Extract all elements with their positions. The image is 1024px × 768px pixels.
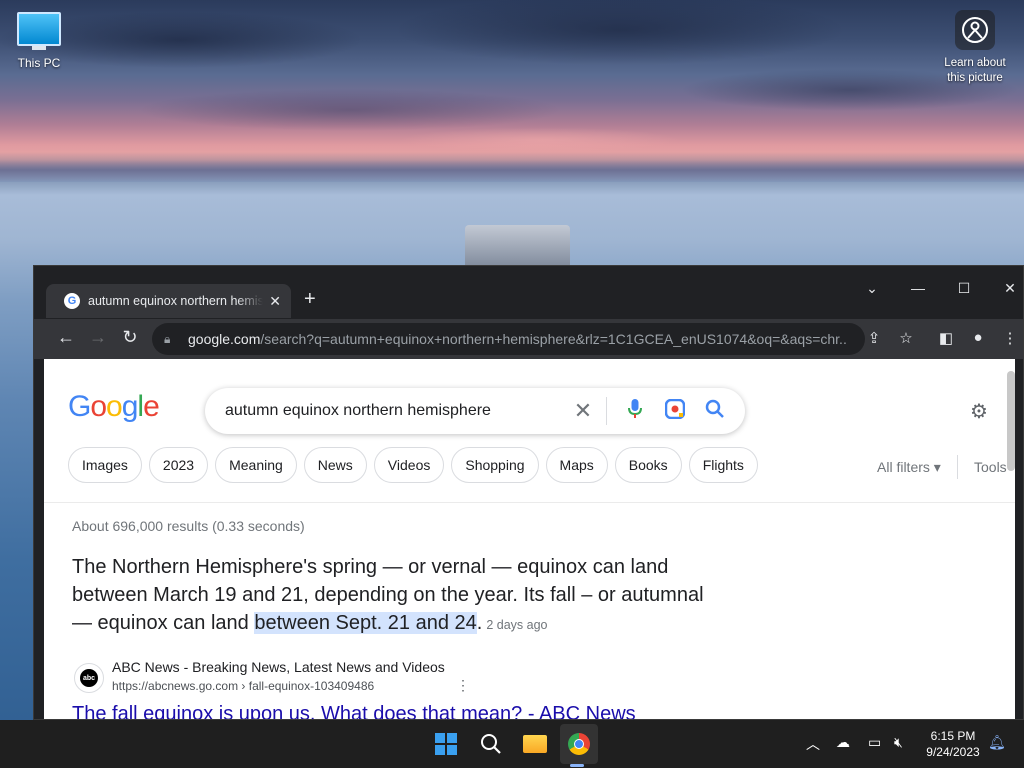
all-filters-label: All filters: [877, 459, 930, 475]
url-path: /search?q=autumn+equinox+northern+hemisp…: [260, 331, 848, 347]
search-divider: [606, 397, 607, 425]
desktop-icon-label: Learn about this picture: [944, 57, 1006, 84]
search-input[interactable]: autumn equinox northern hemisphere: [225, 402, 568, 420]
menu-kebab-icon[interactable]: ⋮: [1000, 329, 1020, 347]
file-explorer-button[interactable]: [519, 728, 551, 760]
monitor-stand: [32, 46, 46, 50]
taskbar: ︿ ☁ ▭ 🔇︎ 6:15 PM 9/24/2023 🔔︎: [0, 720, 1024, 768]
all-filters-button[interactable]: All filters ▾: [877, 459, 941, 476]
header-divider: [44, 502, 1015, 503]
filter-chips: Images 2023 Meaning News Videos Shopping…: [68, 447, 758, 483]
folder-icon: [523, 735, 547, 753]
tab-search-chevron-icon[interactable]: ⌄: [860, 280, 884, 297]
tab-title: autumn equinox northern hemisphere - Goo…: [88, 294, 264, 308]
search-icon[interactable]: [695, 399, 735, 424]
chip-shopping[interactable]: Shopping: [451, 447, 539, 483]
chip-2023[interactable]: 2023: [148, 447, 209, 483]
clock-date: 9/24/2023: [926, 745, 980, 759]
url-host: google.com: [188, 331, 261, 347]
tab-close-icon[interactable]: ✕: [269, 293, 281, 310]
google-favicon-icon: G: [64, 293, 80, 309]
monitor-icon: [17, 12, 61, 46]
abc-news-favicon: abc: [74, 663, 104, 693]
wallpaper-boat: [465, 225, 570, 267]
tab-strip: G autumn equinox northern hemisphere - G…: [34, 266, 1023, 319]
chip-flights[interactable]: Flights: [688, 447, 758, 483]
notification-bell-icon[interactable]: 🔔︎: [988, 734, 1006, 751]
search-taskbar-button[interactable]: [475, 728, 507, 760]
share-icon[interactable]: ⇪: [864, 329, 884, 347]
spotlight-icon: [955, 10, 995, 50]
chrome-icon: [568, 733, 590, 755]
network-icon[interactable]: ▭: [868, 734, 881, 751]
show-hidden-icons-chevron-icon[interactable]: ︿: [806, 734, 820, 754]
logo-letter: G: [68, 390, 91, 423]
windows-logo-icon: [435, 733, 457, 755]
result-cite-url[interactable]: https://abcnews.go.com › fall-equinox-10…: [112, 679, 374, 693]
search-icon: [481, 734, 501, 754]
logo-letter: e: [143, 390, 160, 423]
result-title-link[interactable]: The fall equinox is upon us. What does t…: [72, 703, 636, 719]
clock[interactable]: 6:15 PM 9/24/2023: [920, 728, 986, 760]
bookmark-star-icon[interactable]: ☆: [896, 329, 916, 347]
microphone-icon[interactable]: [615, 398, 655, 424]
desktop-icon-this-pc[interactable]: This PC: [10, 10, 68, 70]
chip-videos[interactable]: Videos: [373, 447, 445, 483]
abc-logo-icon: abc: [80, 669, 98, 687]
dropdown-caret-icon: ▾: [933, 459, 941, 475]
result-site-name[interactable]: ABC News - Breaking News, Latest News an…: [112, 659, 445, 675]
reload-button[interactable]: ↻: [118, 327, 142, 348]
featured-snippet: The Northern Hemisphere's spring — or ve…: [72, 553, 722, 639]
page-scrollbar[interactable]: [1007, 371, 1015, 471]
settings-gear-icon[interactable]: ⚙: [970, 399, 988, 424]
browser-toolbar: ← → ↻ 🔒︎ google.com/search?q=autumn+equi…: [34, 319, 1023, 359]
google-logo[interactable]: Google: [68, 390, 160, 424]
desktop-icon-label: This PC: [17, 56, 61, 70]
search-box[interactable]: autumn equinox northern hemisphere ✕: [205, 388, 745, 434]
desktop-icon-learn-about-picture[interactable]: Learn about this picture: [936, 10, 1014, 86]
back-button[interactable]: ←: [54, 327, 78, 348]
chip-maps[interactable]: Maps: [545, 447, 608, 483]
filters-divider: [957, 455, 958, 479]
chip-news[interactable]: News: [303, 447, 367, 483]
result-more-options-icon[interactable]: ⋮: [456, 677, 470, 694]
logo-letter: g: [121, 390, 139, 423]
snippet-date: 2 days ago: [486, 618, 548, 632]
address-url: google.com/search?q=autumn+equinox+north…: [188, 331, 848, 347]
profile-icon[interactable]: ●: [968, 329, 988, 346]
logo-letter: o: [90, 390, 107, 423]
chrome-taskbar-button[interactable]: [563, 728, 595, 760]
chip-meaning[interactable]: Meaning: [215, 447, 297, 483]
snippet-highlight: between Sept. 21 and 24: [254, 612, 477, 634]
minimize-button[interactable]: —: [906, 280, 930, 296]
result-stats: About 696,000 results (0.33 seconds): [72, 518, 305, 534]
wallpaper-mountains: [0, 152, 1024, 182]
logo-letter: o: [106, 390, 123, 423]
address-bar[interactable]: 🔒︎ google.com/search?q=autumn+equinox+no…: [152, 323, 865, 355]
google-lens-icon[interactable]: [655, 398, 695, 424]
tools-button[interactable]: Tools: [974, 459, 1007, 475]
close-window-button[interactable]: ✕: [998, 280, 1022, 297]
clock-time: 6:15 PM: [930, 729, 976, 743]
lock-icon: 🔒︎: [164, 331, 171, 346]
side-panel-icon[interactable]: ◧: [936, 329, 956, 347]
running-indicator: [570, 764, 584, 767]
tab-active[interactable]: G autumn equinox northern hemisphere - G…: [46, 284, 291, 318]
onedrive-cloud-icon[interactable]: ☁: [836, 734, 850, 751]
search-results-page: Google autumn equinox northern hemispher…: [44, 359, 1015, 719]
new-tab-button[interactable]: +: [304, 289, 316, 309]
maximize-button[interactable]: ☐: [952, 280, 976, 297]
forward-button[interactable]: →: [86, 327, 110, 348]
chip-images[interactable]: Images: [68, 447, 142, 483]
chrome-window: G autumn equinox northern hemisphere - G…: [33, 265, 1024, 720]
chip-books[interactable]: Books: [614, 447, 682, 483]
clear-search-icon[interactable]: ✕: [568, 398, 598, 424]
start-button[interactable]: [430, 728, 462, 760]
volume-muted-icon[interactable]: 🔇︎: [894, 734, 903, 751]
snippet-end: .: [476, 612, 483, 634]
